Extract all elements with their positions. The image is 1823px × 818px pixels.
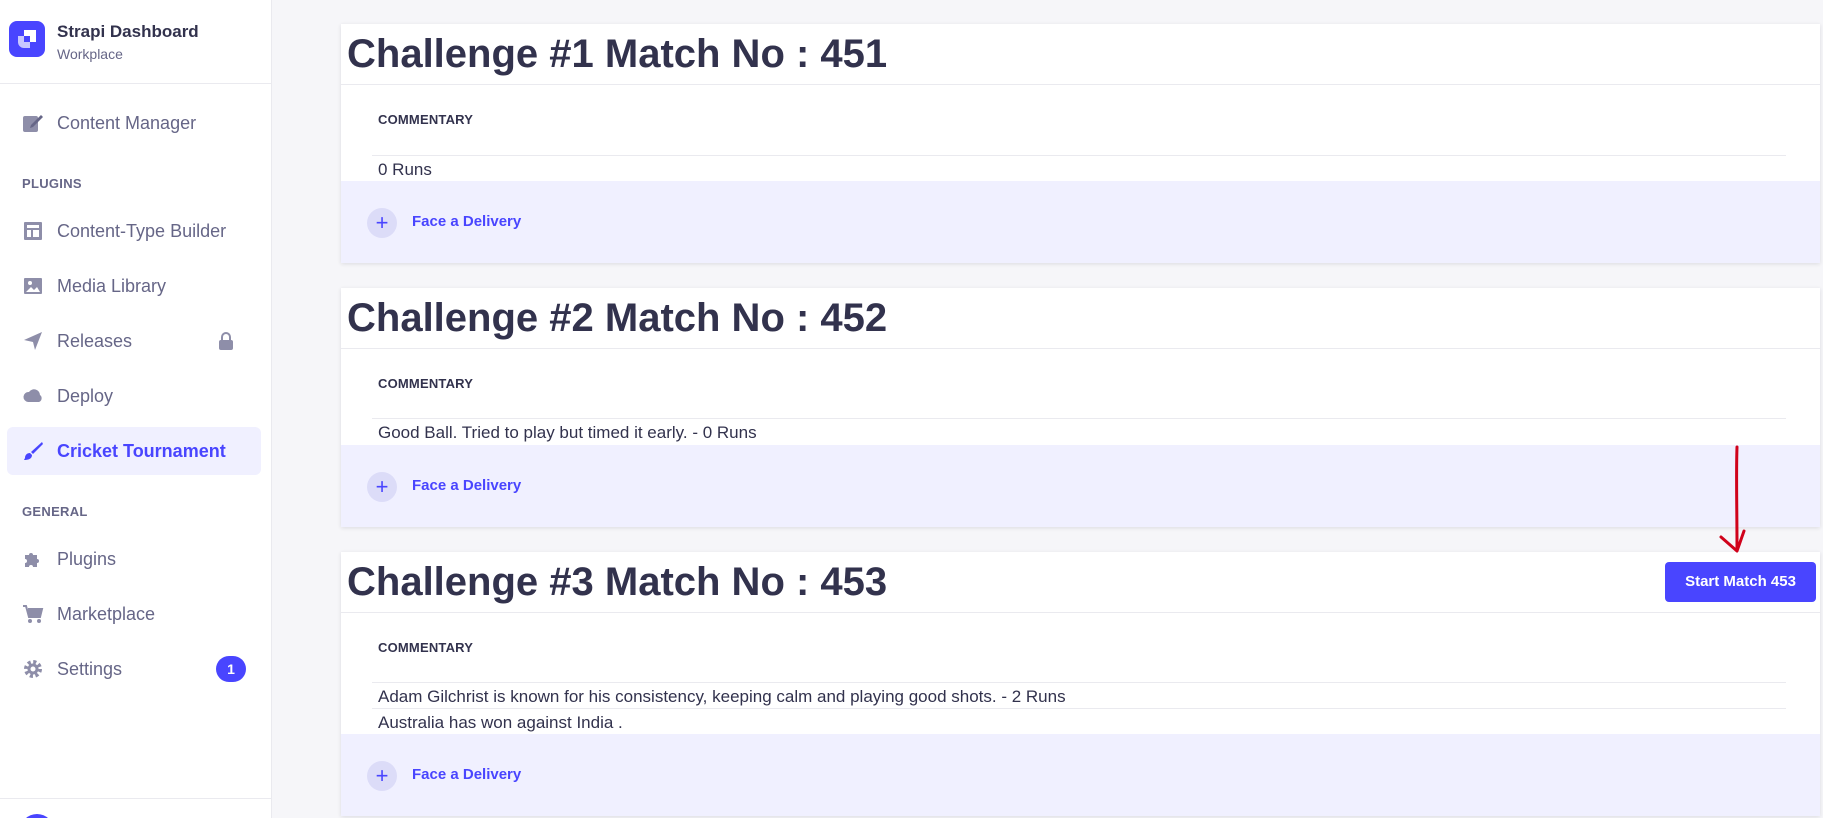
brush-icon xyxy=(24,442,43,460)
commentary-row: Australia has won against India . xyxy=(378,713,623,732)
face-delivery-row[interactable]: + Face a Delivery xyxy=(341,445,1820,527)
card-header: Challenge #2 Match No : 452 xyxy=(341,288,1820,349)
sidebar-item-label: Media Library xyxy=(57,276,167,296)
sidebar: Strapi Dashboard Workplace Content Manag… xyxy=(0,0,272,818)
row-divider xyxy=(372,155,1786,156)
face-delivery-row[interactable]: + Face a Delivery xyxy=(341,734,1820,816)
card-header: Challenge #3 Match No : 453 xyxy=(341,552,1820,613)
brand-subtitle: Workplace xyxy=(57,46,123,62)
sidebar-item-label: Releases xyxy=(57,331,133,351)
commentary-row: Adam Gilchrist is known for his consiste… xyxy=(378,687,1066,706)
sidebar-item-label: Deploy xyxy=(57,386,114,406)
cloud-icon xyxy=(23,389,42,402)
face-delivery-button[interactable]: Face a Delivery xyxy=(412,213,521,230)
sidebar-item-cricket-tournament[interactable]: Cricket Tournament xyxy=(7,427,261,475)
strapi-logo-icon[interactable] xyxy=(9,21,45,57)
sidebar-item-marketplace[interactable]: Marketplace xyxy=(7,590,261,638)
lock-icon xyxy=(219,332,233,350)
plus-icon[interactable]: + xyxy=(367,761,397,791)
sidebar-item-media-library[interactable]: Media Library xyxy=(7,262,261,310)
face-delivery-button[interactable]: Face a Delivery xyxy=(412,477,521,494)
sidebar-item-deploy[interactable]: Deploy xyxy=(7,372,261,420)
paper-plane-icon xyxy=(24,332,42,350)
plugins-section-label: PLUGINS xyxy=(22,176,82,191)
annotation-arrow xyxy=(1719,445,1746,553)
row-divider xyxy=(372,682,1786,683)
pen-icon xyxy=(23,115,43,132)
row-divider xyxy=(372,708,1786,709)
sidebar-item-plugins[interactable]: Plugins xyxy=(7,535,261,583)
challenge-card: Challenge #2 Match No : 452 COMMENTARY G… xyxy=(341,288,1820,527)
sidebar-item-label: Content-Type Builder xyxy=(57,221,227,241)
face-delivery-button[interactable]: Face a Delivery xyxy=(412,766,521,783)
start-match-button[interactable]: Start Match 453 xyxy=(1665,562,1816,602)
sidebar-item-settings[interactable]: Settings 1 xyxy=(7,645,261,693)
sidebar-item-label: Plugins xyxy=(57,549,117,569)
face-delivery-row[interactable]: + Face a Delivery xyxy=(341,181,1820,263)
commentary-column-header: COMMENTARY xyxy=(378,640,474,655)
general-section-label: GENERAL xyxy=(22,504,88,519)
settings-badge: 1 xyxy=(216,656,246,682)
layout-icon xyxy=(24,222,42,240)
cart-icon xyxy=(23,605,44,623)
sidebar-item-content-type-builder[interactable]: Content-Type Builder xyxy=(7,207,261,255)
commentary-row: 0 Runs xyxy=(378,160,432,179)
brand-title: Strapi Dashboard xyxy=(57,22,199,41)
sidebar-footer xyxy=(0,798,271,818)
challenge-card: Challenge #1 Match No : 451 COMMENTARY 0… xyxy=(341,24,1820,263)
sidebar-item-content-manager[interactable]: Content Manager xyxy=(7,99,261,147)
sidebar-item-label: Marketplace xyxy=(57,604,156,624)
challenge-title: Challenge #1 Match No : 451 xyxy=(347,32,888,76)
commentary-row: Good Ball. Tried to play but timed it ea… xyxy=(378,423,757,442)
commentary-column-header: COMMENTARY xyxy=(378,112,474,127)
sidebar-item-releases[interactable]: Releases xyxy=(7,317,261,365)
image-icon xyxy=(24,278,42,294)
sidebar-item-label: Cricket Tournament xyxy=(57,441,226,461)
brand-header: Strapi Dashboard Workplace xyxy=(0,0,271,84)
plus-icon[interactable]: + xyxy=(367,472,397,502)
sidebar-item-label: Settings xyxy=(57,659,123,679)
challenge-title: Challenge #3 Match No : 453 xyxy=(347,560,888,604)
sidebar-item-label: Content Manager xyxy=(57,113,197,133)
challenge-card: Challenge #3 Match No : 453 COMMENTARY A… xyxy=(341,552,1820,816)
puzzle-icon xyxy=(25,553,39,567)
avatar[interactable] xyxy=(20,814,54,818)
row-divider xyxy=(372,418,1786,419)
gear-icon xyxy=(24,660,42,678)
plus-icon[interactable]: + xyxy=(367,208,397,238)
card-header: Challenge #1 Match No : 451 xyxy=(341,24,1820,85)
commentary-column-header: COMMENTARY xyxy=(378,376,474,391)
challenge-title: Challenge #2 Match No : 452 xyxy=(347,296,888,340)
